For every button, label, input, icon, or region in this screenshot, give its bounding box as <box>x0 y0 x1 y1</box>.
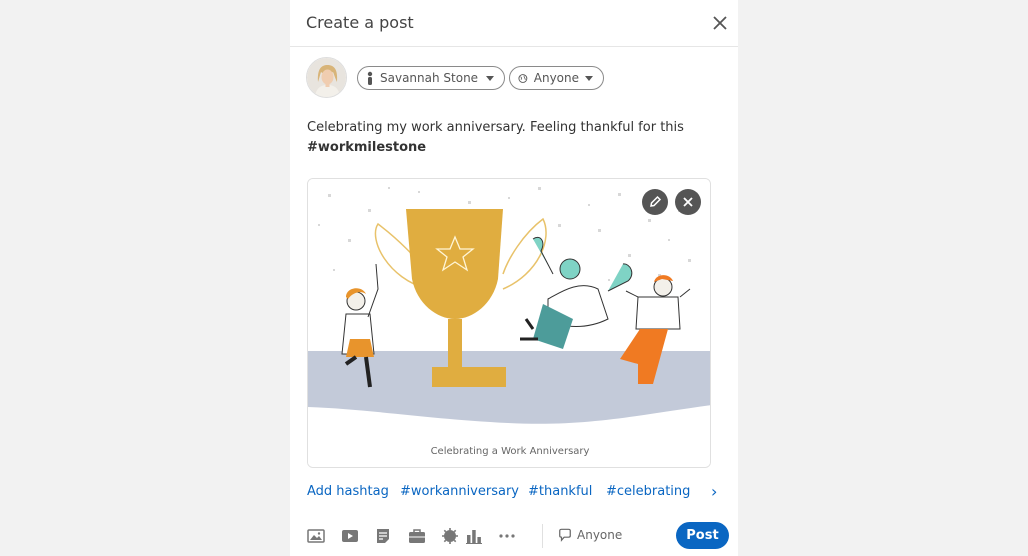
post-hashtag: #workmilestone <box>307 140 427 155</box>
briefcase-icon[interactable] <box>408 527 426 545</box>
visibility-label: Anyone <box>533 71 579 85</box>
more-icon[interactable] <box>498 527 516 545</box>
post-button[interactable]: Post <box>676 522 729 549</box>
post-toolbar: Anyone Post <box>307 522 729 550</box>
globe-icon <box>518 73 528 83</box>
edit-icon <box>650 195 662 207</box>
avatar <box>306 57 347 98</box>
add-hashtag-button[interactable]: Add hashtag <box>307 484 389 499</box>
celebrate-icon[interactable] <box>441 527 459 545</box>
hashtag-chip[interactable]: #thankful <box>528 484 592 499</box>
close-icon[interactable] <box>708 11 732 35</box>
toolbar-divider <box>542 524 543 548</box>
chart-icon[interactable] <box>465 527 483 545</box>
dialog-header: Create a post <box>290 0 738 47</box>
author-selector[interactable]: Savannah Stone <box>357 66 505 90</box>
video-icon[interactable] <box>341 527 359 545</box>
post-text-editor[interactable]: Celebrating my work anniversary. Feeling… <box>307 118 707 158</box>
edit-media-button[interactable] <box>642 189 668 215</box>
media-caption: Celebrating a Work Anniversary <box>431 446 590 457</box>
author-row: Savannah Stone Anyone <box>306 57 726 99</box>
hashtag-suggestions: Add hashtag #workanniversary #thankful #… <box>307 482 727 502</box>
document-icon[interactable] <box>374 527 392 545</box>
photo-icon[interactable] <box>307 527 325 545</box>
person-icon <box>367 71 373 85</box>
comment-icon <box>559 528 571 542</box>
post-body: Celebrating my work anniversary. Feeling… <box>307 120 684 135</box>
create-post-dialog: Create a post Savannah Stone Anyone Cele… <box>290 0 738 556</box>
visibility-selector[interactable]: Anyone <box>509 66 604 90</box>
comment-visibility-label: Anyone <box>577 528 623 542</box>
work-anniversary-illustration: Celebrating a Work Anniversary <box>308 179 710 467</box>
remove-media-button[interactable] <box>675 189 701 215</box>
dialog-title: Create a post <box>306 13 414 32</box>
chevron-right-icon[interactable]: › <box>711 482 717 501</box>
chevron-down-icon <box>585 75 593 81</box>
chevron-down-icon <box>486 75 494 81</box>
remove-icon <box>683 197 693 207</box>
comment-visibility-selector[interactable]: Anyone <box>558 528 622 542</box>
hashtag-chip[interactable]: #celebrating <box>606 484 690 499</box>
author-name: Savannah Stone <box>380 71 479 85</box>
media-preview: Celebrating a Work Anniversary <box>307 178 711 468</box>
hashtag-chip[interactable]: #workanniversary <box>400 484 519 499</box>
